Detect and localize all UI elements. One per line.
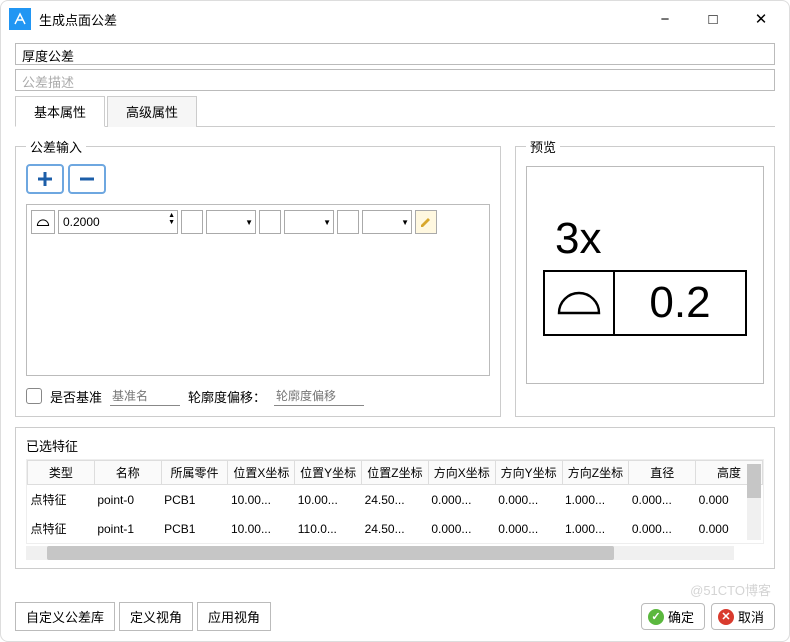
features-table-wrap: 类型 名称 所属零件 位置X坐标 位置Y坐标 位置Z坐标 方向X坐标 方向Y坐标… [26,459,764,544]
tolerance-input-legend: 公差输入 [26,137,86,156]
tolerance-value-input[interactable]: 0.2000 ▲▼ [58,210,178,234]
table-row[interactable]: 点特征point-0PCB110.00...10.00...24.50...0.… [28,485,763,515]
profile-offset-label: 轮廓度偏移： [188,387,266,406]
col-part[interactable]: 所属零件 [161,461,228,485]
cell-dy: 0.000... [495,514,562,543]
tolerance-mod-cell-b[interactable] [259,210,281,234]
is-datum-label: 是否基准 [50,387,102,406]
cancel-label: 取消 [738,607,764,626]
preview-fcf: 0.2 [543,270,747,336]
datum-dd-3[interactable]: ▼ [362,210,412,234]
preview-legend: 预览 [526,137,560,156]
col-type[interactable]: 类型 [28,461,95,485]
selected-features-legend: 已选特征 [26,436,764,455]
edit-button[interactable] [415,210,437,234]
titlebar: 生成点面公差 − □ ✕ [1,1,789,37]
maximize-button[interactable]: □ [689,1,737,37]
cell-dz: 1.000... [562,514,629,543]
chevron-down-icon: ▼ [401,218,409,227]
tolerance-row: 0.2000 ▲▼ ▼ ▼ ▼ [31,209,485,235]
tolerance-value-text: 0.2000 [63,215,100,229]
tab-basic[interactable]: 基本属性 [15,96,105,127]
tolerance-mod-cell-a[interactable] [181,210,203,234]
col-px[interactable]: 位置X坐标 [228,461,295,485]
define-view-button[interactable]: 定义视角 [119,602,193,631]
cell-type: 点特征 [28,514,95,543]
datum-name-input[interactable] [110,386,180,406]
cell-py: 110.0... [295,514,362,543]
cell-dia: 0.000... [629,485,696,515]
tolerance-input-group: 公差输入 0.2000 ▲▼ [15,137,501,417]
datum-dd-2[interactable]: ▼ [284,210,334,234]
window-title: 生成点面公差 [39,10,641,29]
cell-dy: 0.000... [495,485,562,515]
cell-pz: 24.50... [362,514,429,543]
cell-part: PCB1 [161,485,228,515]
cell-dia: 0.000... [629,514,696,543]
cell-py: 10.00... [295,485,362,515]
vertical-scrollbar[interactable] [747,464,761,540]
cancel-button[interactable]: ✕ 取消 [711,603,775,630]
horizontal-scrollbar[interactable] [26,546,734,560]
preview-profile-symbol [543,270,615,336]
col-dia[interactable]: 直径 [629,461,696,485]
col-dx[interactable]: 方向X坐标 [428,461,495,485]
col-dz[interactable]: 方向Z坐标 [562,461,629,485]
footer: 自定义公差库 定义视角 应用视角 ✓ 确定 ✕ 取消 [15,602,775,631]
close-button[interactable]: ✕ [737,1,785,37]
remove-button[interactable] [68,164,106,194]
cross-icon: ✕ [718,609,734,625]
custom-tolerance-lib-button[interactable]: 自定义公差库 [15,602,115,631]
cell-px: 10.00... [228,485,295,515]
thickness-tolerance-field[interactable]: 厚度公差 [15,43,775,65]
profile-symbol-icon[interactable] [31,210,55,234]
preview-group: 预览 3x 0.2 [515,137,775,417]
add-button[interactable] [26,164,64,194]
selected-features-group: 已选特征 类型 名称 所属零件 位置X坐标 位置Y坐标 位置Z坐标 方向X坐标 … [15,427,775,569]
datum-dd-1[interactable]: ▼ [206,210,256,234]
is-datum-checkbox[interactable] [26,388,42,404]
col-name[interactable]: 名称 [94,461,161,485]
preview-count: 3x [555,214,601,264]
ok-label: 确定 [668,607,694,626]
cell-type: 点特征 [28,485,95,515]
ok-button[interactable]: ✓ 确定 [641,603,705,630]
app-icon [9,8,31,30]
tolerance-grid: 0.2000 ▲▼ ▼ ▼ ▼ [26,204,490,376]
features-table: 类型 名称 所属零件 位置X坐标 位置Y坐标 位置Z坐标 方向X坐标 方向Y坐标… [27,460,763,543]
cell-part: PCB1 [161,514,228,543]
cell-dx: 0.000... [428,514,495,543]
col-pz[interactable]: 位置Z坐标 [362,461,429,485]
minimize-button[interactable]: − [641,1,689,37]
cell-name: point-0 [94,485,161,515]
table-row[interactable]: 点特征point-1PCB110.00...110.0...24.50...0.… [28,514,763,543]
cell-dz: 1.000... [562,485,629,515]
table-header-row: 类型 名称 所属零件 位置X坐标 位置Y坐标 位置Z坐标 方向X坐标 方向Y坐标… [28,461,763,485]
preview-canvas: 3x 0.2 [526,166,764,384]
tolerance-mod-cell-c[interactable] [337,210,359,234]
apply-view-button[interactable]: 应用视角 [197,602,271,631]
chevron-down-icon: ▼ [323,218,331,227]
preview-value: 0.2 [615,270,747,336]
cell-pz: 24.50... [362,485,429,515]
watermark: @51CTO博客 [690,580,771,599]
check-icon: ✓ [648,609,664,625]
tab-advanced[interactable]: 高级属性 [107,96,197,127]
tabs: 基本属性 高级属性 [15,95,775,127]
col-py[interactable]: 位置Y坐标 [295,461,362,485]
tolerance-description-field[interactable]: 公差描述 [15,69,775,91]
chevron-down-icon: ▼ [245,218,253,227]
col-dy[interactable]: 方向Y坐标 [495,461,562,485]
cell-dx: 0.000... [428,485,495,515]
cell-px: 10.00... [228,514,295,543]
cell-name: point-1 [94,514,161,543]
spinner-icon[interactable]: ▲▼ [168,212,175,226]
profile-offset-input[interactable] [274,386,364,406]
